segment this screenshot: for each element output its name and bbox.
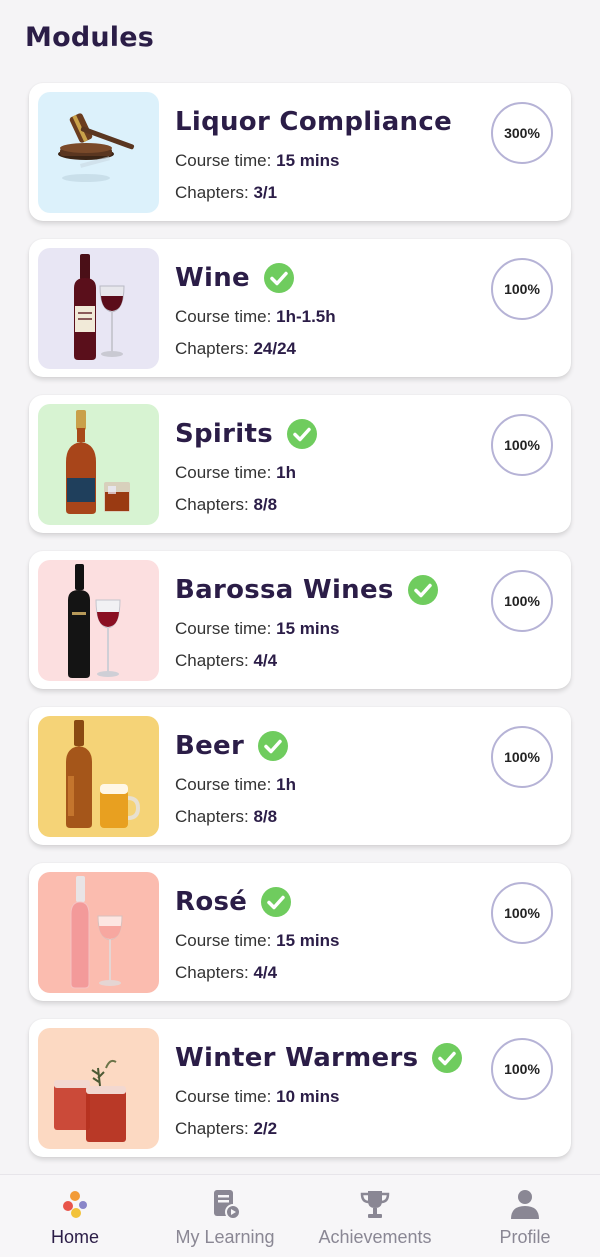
home-icon (63, 1191, 87, 1218)
completed-check-icon (261, 887, 292, 917)
gavel-image (58, 113, 135, 182)
nav-item-home[interactable]: Home (0, 1175, 150, 1257)
course-time: Course time: 15 mins (175, 931, 340, 950)
progress-ring: 100% (491, 258, 553, 320)
nav-label-achievements: Achievements (318, 1227, 432, 1247)
whisky-bottle-image (66, 410, 130, 514)
progress-ring: 300% (491, 102, 553, 164)
completed-check-icon (287, 419, 317, 449)
module-title: Liquor Compliance (175, 107, 453, 137)
module-title: Wine (175, 263, 250, 293)
module-card-rose[interactable]: Rosé Course time: 15 mins Chapters: 4/4 … (29, 863, 571, 1001)
course-time: Course time: 1h (175, 463, 296, 482)
red-wine-bottle-image (74, 254, 125, 360)
beer-bottle-image (66, 720, 141, 828)
module-title: Winter Warmers (175, 1043, 419, 1073)
nav-label-home: Home (50, 1227, 99, 1247)
chapters-count: Chapters: 8/8 (175, 495, 278, 514)
module-thumbnail (38, 716, 159, 837)
chapters-count: Chapters: 4/4 (175, 651, 278, 670)
module-title: Beer (175, 731, 245, 761)
progress-ring: 100% (491, 726, 553, 788)
module-card-liquor-compliance[interactable]: Liquor Compliance Course time: 15 mins C… (29, 83, 571, 221)
chapters-count: Chapters: 2/2 (175, 1119, 278, 1138)
course-time: Course time: 10 mins (175, 1087, 340, 1106)
page-title: Modules (25, 22, 155, 53)
course-time: Course time: 15 mins (175, 619, 340, 638)
progress-ring: 100% (491, 1038, 553, 1100)
rose-bottle-image (70, 876, 123, 989)
module-title: Rosé (175, 887, 248, 917)
module-thumbnail (38, 92, 159, 213)
completed-check-icon (263, 263, 294, 293)
module-thumbnail (38, 872, 159, 993)
module-thumbnail (38, 248, 159, 369)
nav-item-my-learning[interactable]: My Learning (150, 1175, 300, 1257)
bottom-nav: Home My Learning Achievements Profile (0, 1174, 600, 1257)
module-thumbnail (38, 560, 159, 681)
progress-ring: 100% (491, 882, 553, 944)
nav-item-achievements[interactable]: Achievements (300, 1175, 450, 1257)
progress-ring: 100% (491, 570, 553, 632)
nav-label-my-learning: My Learning (175, 1227, 275, 1247)
chapters-count: Chapters: 8/8 (175, 807, 278, 826)
module-card-wine[interactable]: Wine Course time: 1h-1.5h Chapters: 24/2… (29, 239, 571, 377)
chapters-count: Chapters: 3/1 (175, 183, 278, 202)
module-card-beer[interactable]: Beer Course time: 1h Chapters: 8/8 100% (29, 707, 571, 845)
course-time: Course time: 1h-1.5h (175, 307, 336, 326)
profile-icon (511, 1190, 539, 1219)
chapters-count: Chapters: 24/24 (175, 339, 296, 358)
module-title: Barossa Wines (175, 575, 394, 605)
completed-check-icon (258, 731, 289, 761)
module-title: Spirits (175, 419, 273, 449)
trophy-icon (360, 1191, 390, 1218)
progress-ring: 100% (491, 414, 553, 476)
learning-icon (214, 1190, 241, 1220)
module-list: Liquor Compliance Course time: 15 mins C… (29, 83, 571, 1175)
dark-wine-bottle-image (68, 564, 121, 678)
module-card-spirits[interactable]: Spirits Course time: 1h Chapters: 8/8 10… (29, 395, 571, 533)
module-thumbnail (38, 404, 159, 525)
course-time: Course time: 15 mins (175, 151, 340, 170)
nav-item-profile[interactable]: Profile (450, 1175, 600, 1257)
cocktails-image (54, 1059, 126, 1142)
module-card-barossa-wines[interactable]: Barossa Wines Course time: 15 mins Chapt… (29, 551, 571, 689)
chapters-count: Chapters: 4/4 (175, 963, 278, 982)
module-card-winter-warmers[interactable]: Winter Warmers Course time: 10 mins Chap… (29, 1019, 571, 1157)
course-time: Course time: 1h (175, 775, 296, 794)
nav-label-profile: Profile (499, 1227, 551, 1247)
completed-check-icon (432, 1043, 463, 1073)
module-thumbnail (38, 1028, 159, 1149)
completed-check-icon (407, 575, 438, 605)
